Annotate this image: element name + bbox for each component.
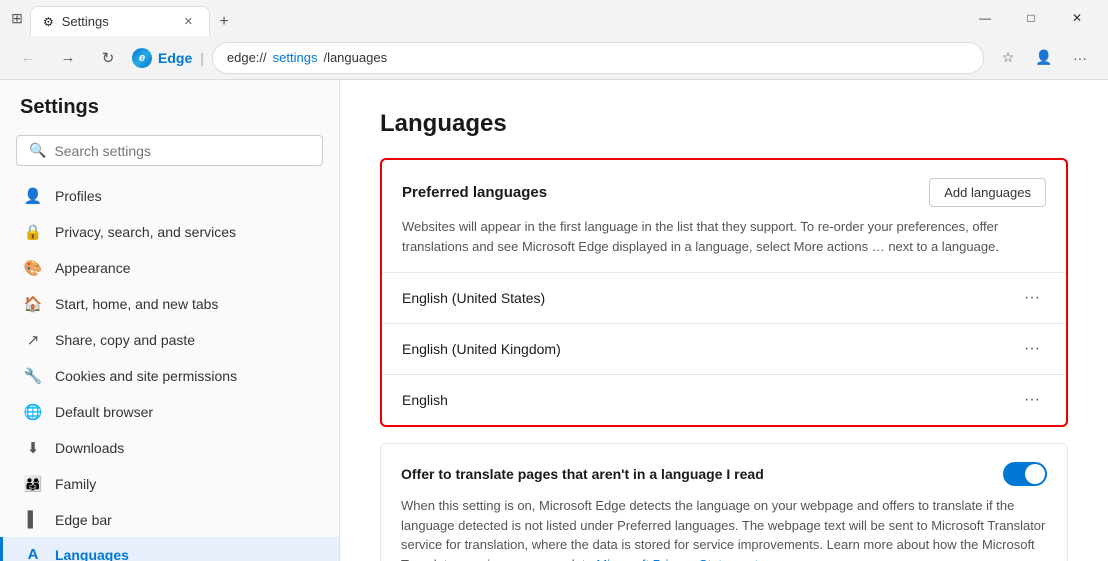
active-tab[interactable]: ⚙ Settings ✕ (30, 6, 210, 36)
sidebar-item-family[interactable]: 👨‍👩‍👧 Family (0, 466, 339, 502)
sidebar: Settings 🔍 👤 Profiles 🔒 Privacy, search,… (0, 80, 340, 561)
language-more-button[interactable]: ··· (1018, 287, 1046, 309)
privacy-statement-link[interactable]: Microsoft Privacy Statement (596, 557, 758, 561)
nav-label-appearance: Appearance (55, 260, 131, 276)
nav-icon-family: 👨‍👩‍👧 (23, 475, 43, 493)
page-title: Languages (380, 110, 1068, 138)
translate-section: Offer to translate pages that aren't in … (380, 443, 1068, 561)
preferred-languages-header: Preferred languages Add languages (382, 160, 1066, 217)
address-prefix: edge:// (227, 50, 267, 65)
translate-header: Offer to translate pages that aren't in … (401, 462, 1047, 486)
edge-logo-icon: e (132, 48, 152, 68)
tab-title: Settings (62, 14, 172, 29)
nav-icon-share: ↗ (23, 331, 43, 349)
new-tab-button[interactable]: + (210, 8, 238, 36)
language-name: English (United States) (402, 290, 545, 306)
refresh-button[interactable]: ↻ (92, 42, 124, 74)
content-area: Languages Preferred languages Add langua… (340, 80, 1108, 561)
language-name: English (402, 392, 448, 408)
profile-button[interactable]: 👤 (1028, 42, 1060, 74)
search-input[interactable] (54, 143, 310, 159)
language-more-button[interactable]: ··· (1018, 389, 1046, 411)
back-button[interactable]: ← (12, 42, 44, 74)
favorites-button[interactable]: ☆ (992, 42, 1024, 74)
edge-logo: e Edge (132, 48, 192, 68)
nav-label-downloads: Downloads (55, 440, 124, 456)
language-row: English ··· (382, 374, 1066, 425)
nav-icon-start-home: 🏠 (23, 295, 43, 313)
sidebar-item-languages[interactable]: A Languages (0, 537, 339, 561)
sidebar-item-start-home[interactable]: 🏠 Start, home, and new tabs (0, 286, 339, 322)
sidebar-item-default-browser[interactable]: 🌐 Default browser (0, 394, 339, 430)
forward-button[interactable]: → (52, 42, 84, 74)
tab-close-button[interactable]: ✕ (180, 13, 197, 30)
nav-icon-edge-bar: ▌ (23, 511, 43, 528)
minimize-button[interactable]: — (962, 0, 1008, 36)
search-icon: 🔍 (29, 142, 46, 159)
sidebar-item-share[interactable]: ↗ Share, copy and paste (0, 322, 339, 358)
tabs-area: ⚙ Settings ✕ + (26, 0, 962, 36)
nav-label-privacy: Privacy, search, and services (55, 224, 236, 240)
language-row: English (United States) ··· (382, 272, 1066, 323)
nav-label-family: Family (55, 476, 96, 492)
nav-icon-downloads: ⬇ (23, 439, 43, 457)
search-box[interactable]: 🔍 (16, 135, 323, 166)
lang-rows: English (United States) ··· English (Uni… (382, 272, 1066, 425)
sidebar-item-downloads[interactable]: ⬇ Downloads (0, 430, 339, 466)
nav-bar: ← → ↻ e Edge | edge:// settings/languages… (0, 36, 1108, 80)
preferred-languages-section: Preferred languages Add languages Websit… (380, 158, 1068, 427)
nav-icon-profiles: 👤 (23, 187, 43, 205)
address-separator: | (200, 50, 204, 66)
tab-favicon: ⚙ (43, 15, 54, 29)
sidebar-item-profiles[interactable]: 👤 Profiles (0, 178, 339, 214)
close-button[interactable]: ✕ (1054, 0, 1100, 36)
add-languages-button[interactable]: Add languages (929, 178, 1046, 207)
nav-icon-default-browser: 🌐 (23, 403, 43, 421)
nav-icon-cookies: 🔧 (23, 367, 43, 385)
more-options-button[interactable]: ··· (1064, 42, 1096, 74)
nav-label-languages: Languages (55, 547, 129, 561)
nav-label-start-home: Start, home, and new tabs (55, 296, 218, 312)
window-icon: ⊞ (8, 9, 26, 27)
nav-label-share: Share, copy and paste (55, 332, 195, 348)
translate-label: Offer to translate pages that aren't in … (401, 466, 764, 482)
nav-right-icons: ☆ 👤 ··· (992, 42, 1096, 74)
window-controls: — □ ✕ (962, 0, 1100, 36)
sidebar-item-edge-bar[interactable]: ▌ Edge bar (0, 502, 339, 537)
language-row: English (United Kingdom) ··· (382, 323, 1066, 374)
nav-label-default-browser: Default browser (55, 404, 153, 420)
nav-label-cookies: Cookies and site permissions (55, 368, 237, 384)
sidebar-title: Settings (0, 96, 339, 135)
nav-icon-languages: A (23, 546, 43, 561)
sidebar-item-cookies[interactable]: 🔧 Cookies and site permissions (0, 358, 339, 394)
address-bold: settings (273, 50, 318, 65)
maximize-button[interactable]: □ (1008, 0, 1054, 36)
translate-toggle[interactable] (1003, 462, 1047, 486)
title-bar: ⊞ ⚙ Settings ✕ + — □ ✕ (0, 0, 1108, 36)
edge-label: Edge (158, 50, 192, 66)
nav-label-profiles: Profiles (55, 188, 102, 204)
address-bar[interactable]: edge:// settings/languages (212, 42, 984, 74)
nav-label-edge-bar: Edge bar (55, 512, 112, 528)
nav-icon-appearance: 🎨 (23, 259, 43, 277)
language-more-button[interactable]: ··· (1018, 338, 1046, 360)
preferred-languages-label: Preferred languages (402, 184, 547, 201)
translate-description: When this setting is on, Microsoft Edge … (401, 496, 1047, 561)
language-name: English (United Kingdom) (402, 341, 561, 357)
toggle-knob (1025, 464, 1045, 484)
sidebar-item-appearance[interactable]: 🎨 Appearance (0, 250, 339, 286)
address-suffix: /languages (323, 50, 387, 65)
sidebar-item-privacy[interactable]: 🔒 Privacy, search, and services (0, 214, 339, 250)
preferred-languages-description: Websites will appear in the first langua… (382, 217, 1066, 272)
sidebar-nav: 👤 Profiles 🔒 Privacy, search, and servic… (0, 178, 339, 561)
translate-desc-text: When this setting is on, Microsoft Edge … (401, 498, 1045, 561)
nav-icon-privacy: 🔒 (23, 223, 43, 241)
main-layout: Settings 🔍 👤 Profiles 🔒 Privacy, search,… (0, 80, 1108, 561)
